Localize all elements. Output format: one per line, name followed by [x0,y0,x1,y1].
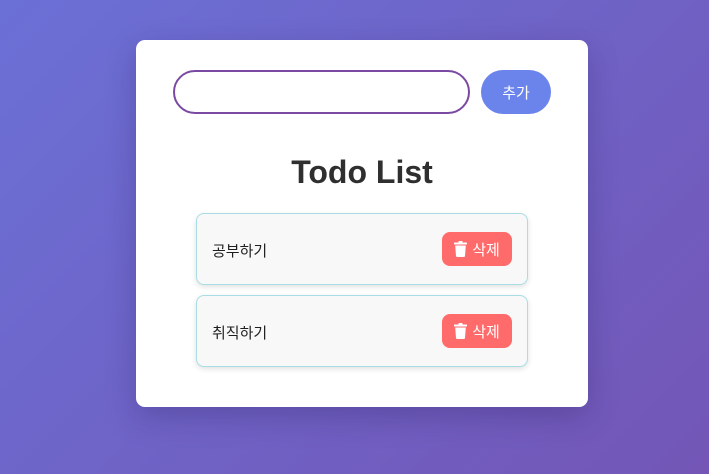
todo-text: 공부하기 [212,242,268,260]
todo-list: 공부하기 삭제 취직하기 삭제 [196,213,528,377]
delete-button[interactable]: 삭제 [442,314,512,348]
todo-text: 취직하기 [212,324,268,342]
input-row: 추가 [173,70,551,114]
add-button[interactable]: 추가 [481,70,551,114]
todo-input[interactable] [173,70,470,114]
delete-label: 삭제 [472,322,500,341]
delete-label: 삭제 [472,240,500,259]
trash-icon [454,323,468,339]
todo-item: 공부하기 삭제 [196,213,528,285]
delete-button[interactable]: 삭제 [442,232,512,266]
todo-card: 추가 Todo List 공부하기 삭제 취직하기 삭제 [136,40,588,407]
todo-item: 취직하기 삭제 [196,295,528,367]
page-title: Todo List [291,154,433,190]
trash-icon [454,241,468,257]
